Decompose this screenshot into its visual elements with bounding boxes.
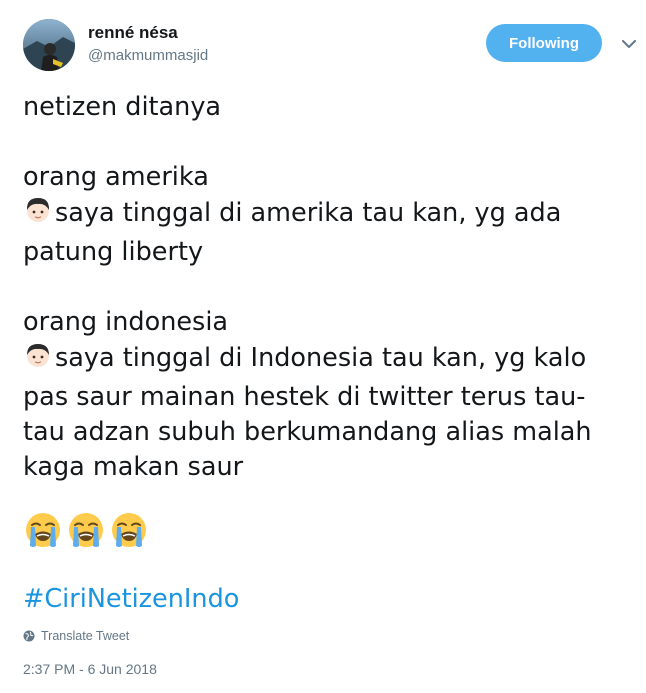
globe-icon [23, 630, 35, 642]
hashtag-link[interactable]: #CiriNetizenIndo [23, 584, 239, 614]
tweet-line: saya tinggal di Indonesia tau kan, yg ka… [23, 340, 623, 380]
avatar-photo [23, 19, 75, 71]
tweet-line: saya tinggal di amerika tau kan, yg ada [23, 195, 623, 235]
tweet-line: kaga makan saur [23, 452, 244, 482]
more-options-button[interactable] [621, 36, 637, 52]
tweet-line: orang amerika [23, 162, 209, 192]
tweet-line: tau adzan subuh berkumandang alias malah [23, 417, 592, 447]
boy-face-emoji [23, 195, 53, 235]
loudly-crying-face-emoji [69, 513, 103, 547]
loudly-crying-face-emoji [112, 513, 146, 547]
loudly-crying-face-emoji [26, 513, 60, 547]
tweet-line: orang indonesia [23, 307, 229, 337]
display-name[interactable]: renné nésa [88, 23, 178, 43]
tweet-line-text: saya tinggal di Indonesia tau kan, yg ka… [55, 343, 587, 373]
boy-face-emoji [23, 340, 53, 380]
tweet-text: netizen ditanya orang amerika saya tingg… [23, 90, 623, 485]
tweet-line-text: saya tinggal di amerika tau kan, yg ada [55, 198, 562, 228]
tweet-card: renné nésa @makmummasjid Following netiz… [0, 0, 646, 693]
tweet-timestamp[interactable]: 2:37 PM - 6 Jun 2018 [23, 661, 157, 677]
following-button[interactable]: Following [486, 24, 602, 62]
crying-emoji-row [23, 510, 149, 550]
user-handle[interactable]: @makmummasjid [88, 47, 208, 64]
tweet-line: patung liberty [23, 237, 204, 267]
tweet-line: netizen ditanya [23, 92, 222, 122]
tweet-line: pas saur mainan hestek di twitter terus … [23, 382, 586, 412]
translate-label: Translate Tweet [41, 629, 130, 643]
chevron-down-icon [622, 39, 636, 48]
translate-tweet-button[interactable]: Translate Tweet [23, 629, 129, 643]
avatar[interactable] [23, 19, 75, 71]
